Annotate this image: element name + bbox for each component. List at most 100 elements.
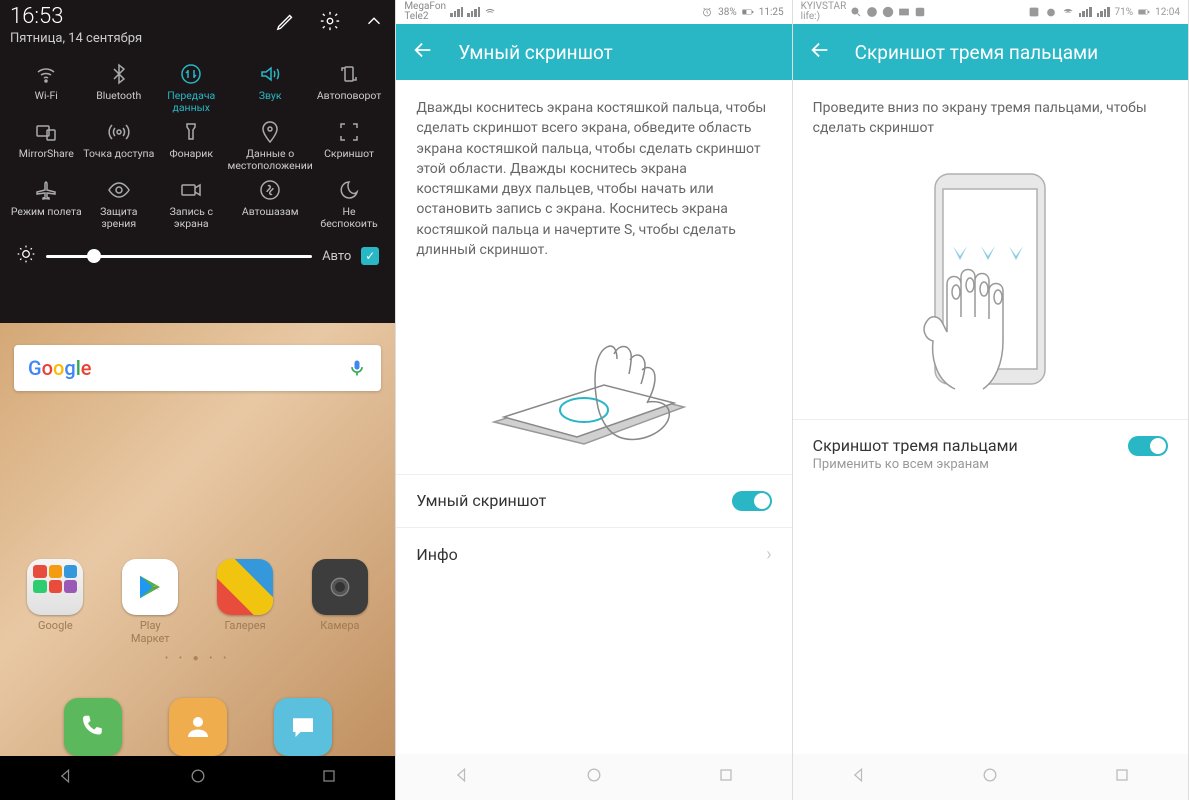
qs-tile-autoshazam[interactable]: Автошазам bbox=[228, 178, 313, 230]
qs-tile-screenrecord[interactable]: Запись с экрана bbox=[155, 178, 228, 230]
setting-smart-screenshot[interactable]: Умный скриншот bbox=[396, 474, 791, 527]
mic-icon[interactable] bbox=[347, 358, 367, 378]
qs-tile-autorotate[interactable]: Автоповорот bbox=[313, 62, 386, 114]
app-bar: Скриншот тремя пальцами bbox=[793, 24, 1188, 80]
phone-smart-screenshot: MegaFon Tele2 38% 11:25 Умный скриншот Д… bbox=[396, 0, 792, 800]
setting-info[interactable]: Инфо › bbox=[396, 527, 791, 581]
three-finger-illustration bbox=[813, 139, 1168, 419]
battery-pct: 71% bbox=[1115, 7, 1134, 18]
chevron-right-icon: › bbox=[766, 544, 771, 565]
knuckle-illustration bbox=[416, 260, 771, 473]
qs-tile-mirrorshare[interactable]: MirrorShare bbox=[10, 120, 83, 172]
google-logo: Google bbox=[28, 356, 92, 380]
globe-icon bbox=[866, 6, 878, 18]
dock-messages[interactable] bbox=[274, 698, 332, 756]
brightness-slider[interactable] bbox=[46, 255, 312, 258]
nav-back-icon[interactable] bbox=[849, 765, 869, 789]
nav-recent-icon[interactable] bbox=[1112, 765, 1132, 789]
nav-home-icon[interactable] bbox=[584, 765, 604, 789]
facebook-icon bbox=[914, 6, 926, 18]
qs-tile-eyecomfort[interactable]: Защита зрения bbox=[83, 178, 156, 230]
gear-icon[interactable] bbox=[319, 10, 341, 36]
dock-contacts[interactable] bbox=[169, 698, 227, 756]
page-title: Умный скриншот bbox=[458, 41, 612, 64]
navigation-bar bbox=[793, 754, 1188, 800]
battery-icon bbox=[1138, 6, 1150, 18]
signal-icon bbox=[450, 7, 463, 17]
chevron-up-icon[interactable] bbox=[363, 10, 385, 36]
battery-pct: 38% bbox=[718, 7, 737, 18]
clock-text: 11:25 bbox=[759, 7, 784, 18]
phone-three-finger: KYIVSTAR life:) 71% 12:04 Скриншот тремя… bbox=[793, 0, 1189, 800]
toggle-switch[interactable] bbox=[732, 491, 772, 511]
setting-label: Скриншот тремя пальцами bbox=[813, 436, 1018, 455]
setting-label: Умный скриншот bbox=[416, 491, 546, 510]
nav-back-icon[interactable] bbox=[56, 766, 76, 790]
description-text: Дважды коснитесь экрана костяшкой пальца… bbox=[416, 98, 771, 260]
battery-icon bbox=[742, 6, 754, 18]
quick-settings-panel: 16:53 Пятница, 14 сентября Wi-Fi Bluetoo… bbox=[0, 0, 395, 323]
qs-tile-bluetooth[interactable]: Bluetooth bbox=[83, 62, 156, 114]
status-bar: MegaFon Tele2 38% 11:25 bbox=[396, 0, 791, 24]
auto-brightness-label: Авто bbox=[322, 249, 351, 264]
qs-tile-location[interactable]: Данные о местоположении bbox=[228, 120, 313, 172]
dock-phone[interactable] bbox=[64, 698, 122, 756]
wifi-icon bbox=[484, 6, 496, 18]
app-gallery[interactable]: Галерея bbox=[215, 559, 275, 645]
setting-label: Инфо bbox=[416, 545, 457, 564]
qs-tile-screenshot[interactable]: Скриншот bbox=[313, 120, 386, 172]
nav-back-icon[interactable] bbox=[452, 765, 472, 789]
alarm-icon bbox=[701, 6, 713, 18]
app-play[interactable]: Play Маркет bbox=[120, 559, 180, 645]
signal-icon bbox=[1079, 7, 1092, 17]
nav-recent-icon[interactable] bbox=[319, 766, 339, 790]
slider-thumb[interactable] bbox=[87, 249, 101, 263]
home-screen: Google Google Play Маркет Галерея Камера… bbox=[0, 323, 395, 756]
auto-brightness-checkbox[interactable]: ✓ bbox=[361, 247, 379, 265]
qs-header-actions bbox=[275, 10, 385, 36]
signal-icon bbox=[1097, 7, 1110, 17]
page-title: Скриншот тремя пальцами bbox=[855, 41, 1098, 64]
status-bar: KYIVSTAR life:) 71% 12:04 bbox=[793, 0, 1188, 24]
qs-tile-dnd[interactable]: Не беспокоить bbox=[313, 178, 386, 230]
signal-icon bbox=[467, 7, 480, 17]
settings-content: Проведите вниз по экрану тремя пальцами,… bbox=[793, 80, 1188, 754]
navigation-bar bbox=[0, 756, 395, 800]
settings-content: Дважды коснитесь экрана костяшкой пальца… bbox=[396, 80, 791, 754]
nav-recent-icon[interactable] bbox=[716, 765, 736, 789]
carrier-label: Tele2 bbox=[404, 12, 446, 22]
setting-subtitle: Применить ко всем экранам bbox=[813, 457, 1018, 472]
mail-icon bbox=[898, 6, 910, 18]
qs-tile-wifi[interactable]: Wi-Fi bbox=[10, 62, 83, 114]
app-google-folder[interactable]: Google bbox=[25, 559, 85, 645]
nfc-icon bbox=[1028, 6, 1040, 18]
google-search-bar[interactable]: Google bbox=[14, 345, 381, 391]
qs-tile-sound[interactable]: Звук bbox=[228, 62, 313, 114]
dock bbox=[0, 698, 395, 756]
alarm-icon bbox=[1045, 6, 1057, 18]
qs-tile-grid: Wi-Fi Bluetooth Передача данных Звук Авт… bbox=[10, 62, 385, 230]
search-status-icon bbox=[850, 6, 862, 18]
back-arrow-icon[interactable] bbox=[809, 39, 831, 65]
qs-tile-airplane[interactable]: Режим полета bbox=[10, 178, 83, 230]
page-indicator: • • ● • • bbox=[0, 653, 395, 664]
carrier-label: life:) bbox=[801, 12, 847, 22]
navigation-bar bbox=[396, 754, 791, 800]
brightness-row: Авто ✓ bbox=[10, 244, 385, 268]
nav-home-icon[interactable] bbox=[188, 766, 208, 790]
edit-icon[interactable] bbox=[275, 10, 297, 36]
clock-text: 12:04 bbox=[1155, 7, 1180, 18]
description-text: Проведите вниз по экрану тремя пальцами,… bbox=[813, 98, 1168, 139]
phone-quick-settings: 16:53 Пятница, 14 сентября Wi-Fi Bluetoo… bbox=[0, 0, 396, 800]
brightness-icon bbox=[16, 244, 36, 268]
viber-icon bbox=[882, 6, 894, 18]
app-camera[interactable]: Камера bbox=[310, 559, 370, 645]
qs-tile-flashlight[interactable]: Фонарик bbox=[155, 120, 228, 172]
nav-home-icon[interactable] bbox=[980, 765, 1000, 789]
setting-three-finger[interactable]: Скриншот тремя пальцами Применить ко все… bbox=[793, 419, 1188, 488]
toggle-switch[interactable] bbox=[1128, 436, 1168, 456]
app-bar: Умный скриншот bbox=[396, 24, 791, 80]
qs-tile-data[interactable]: Передача данных bbox=[155, 62, 228, 114]
back-arrow-icon[interactable] bbox=[412, 39, 434, 65]
qs-tile-hotspot[interactable]: Точка доступа bbox=[83, 120, 156, 172]
